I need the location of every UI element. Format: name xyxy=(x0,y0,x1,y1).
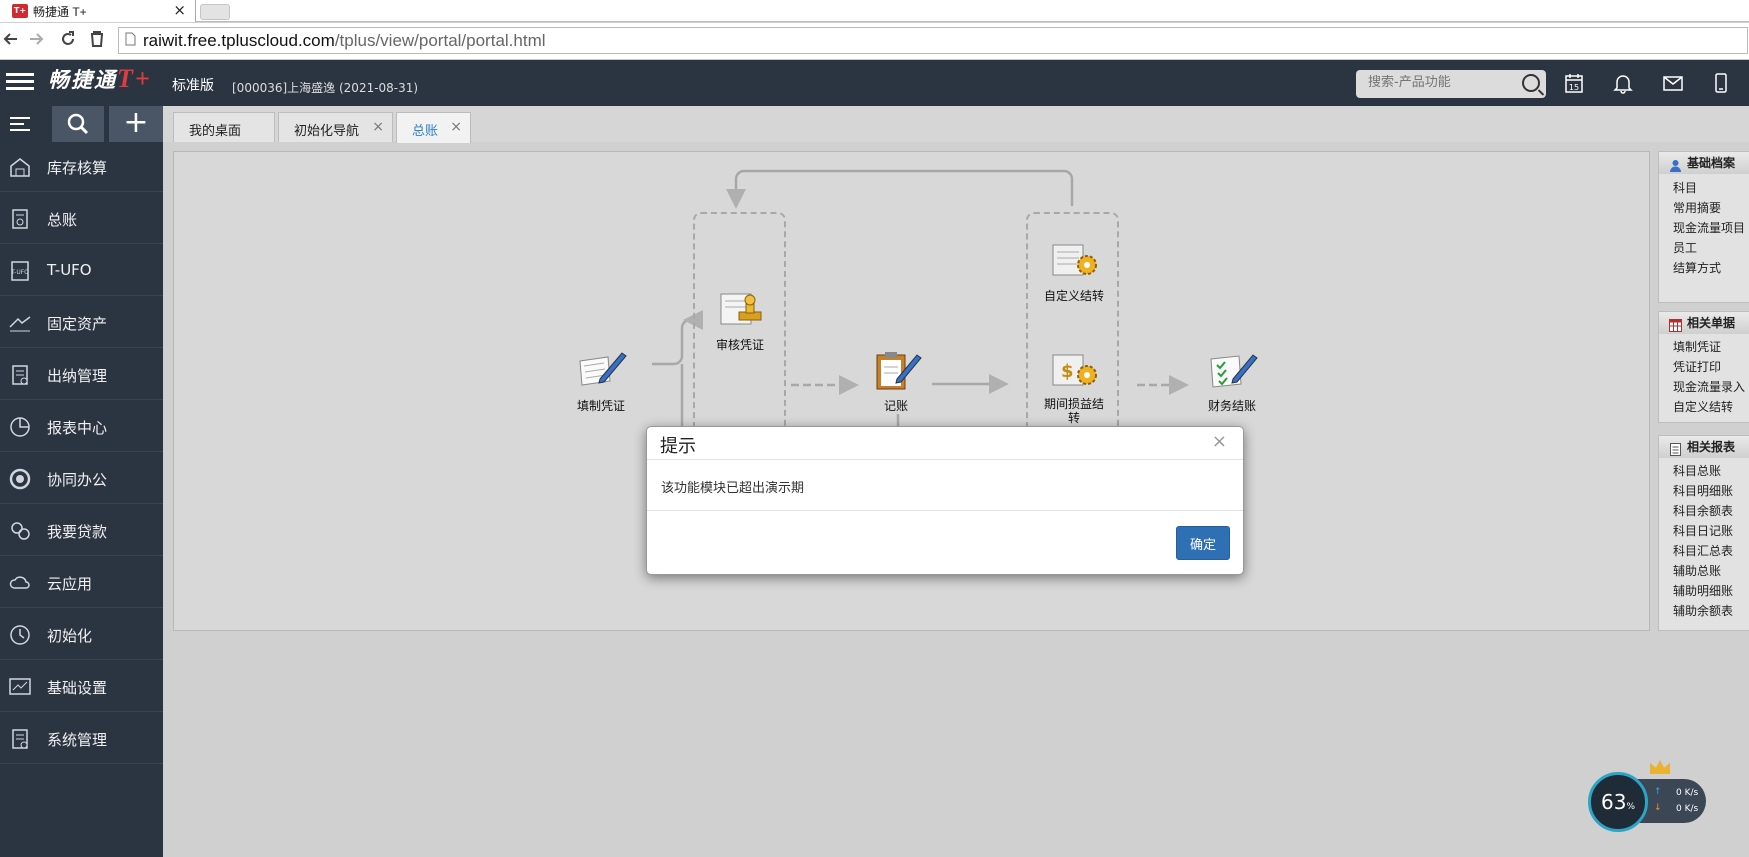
dialog-message: 该功能模块已超出演示期 xyxy=(661,481,805,496)
download-speed: 0 K/s xyxy=(1676,804,1699,814)
memory-usage-gauge: 63% xyxy=(1588,772,1648,832)
upload-speed: 0 K/s xyxy=(1676,788,1699,798)
download-arrow-icon: ↓ xyxy=(1654,803,1662,813)
dialog-title: 提示 xyxy=(660,436,696,457)
dialog-close-icon[interactable]: × xyxy=(1212,431,1227,452)
network-speed-widget[interactable]: 63% ↑ 0 K/s ↓ 0 K/s xyxy=(1588,760,1708,832)
divider xyxy=(647,459,1243,460)
divider xyxy=(647,510,1243,511)
alert-dialog: 提示 × 该功能模块已超出演示期 确定 xyxy=(646,426,1244,575)
ok-button[interactable]: 确定 xyxy=(1176,526,1230,560)
modal-overlay: 提示 × 该功能模块已超出演示期 确定 xyxy=(0,0,1749,857)
upload-arrow-icon: ↑ xyxy=(1654,787,1662,797)
